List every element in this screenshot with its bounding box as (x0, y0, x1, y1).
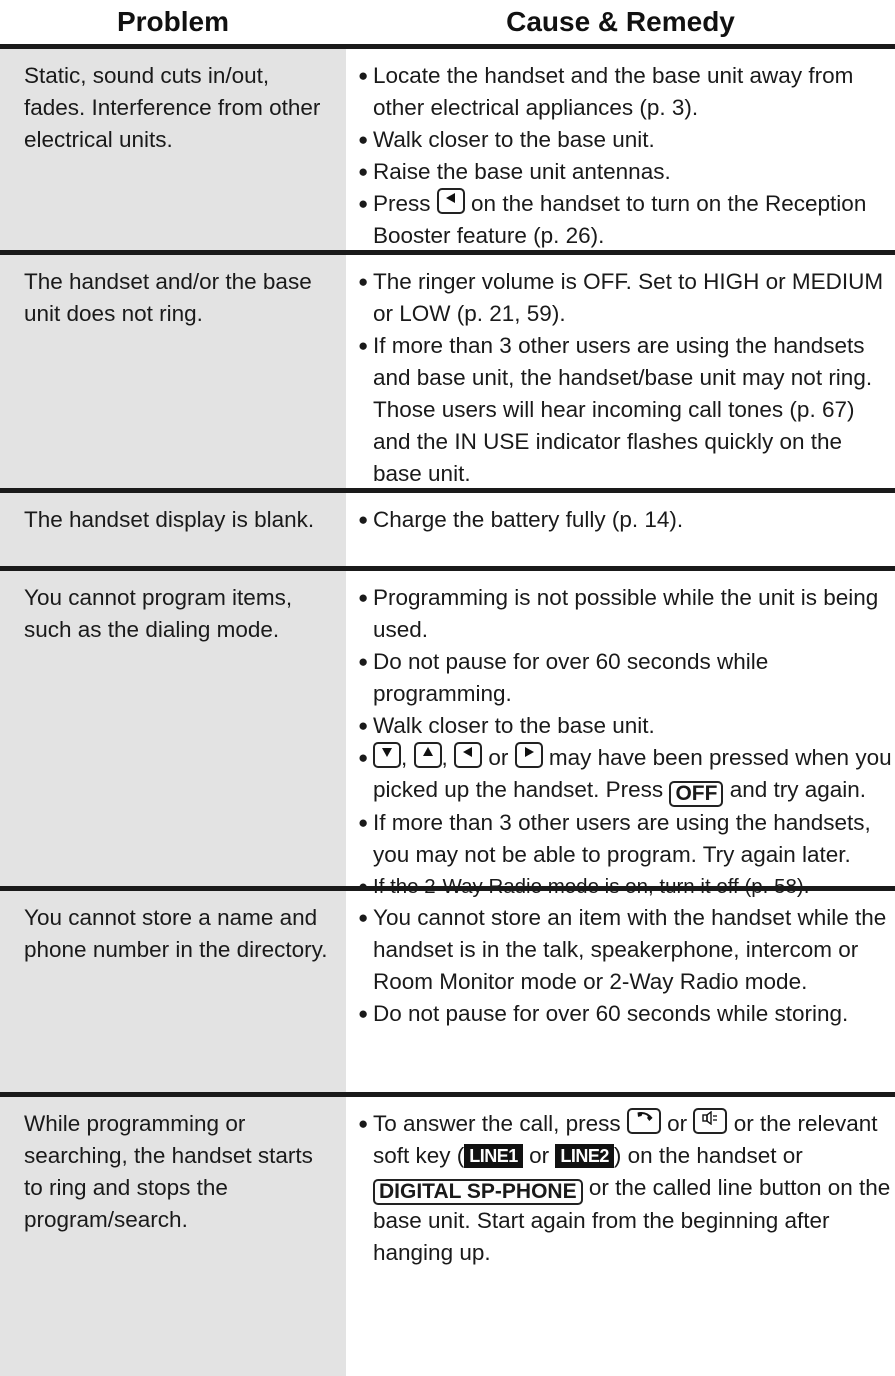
remedy-item: ● Do not pause for over 60 seconds while … (358, 1001, 849, 1026)
remedy-item: ● Walk closer to the base unit. (358, 713, 655, 738)
problem-text: You cannot program items, such as the di… (24, 585, 293, 642)
problem-text: You cannot store a name and phone number… (24, 905, 328, 962)
down-arrow-key-icon (373, 742, 401, 768)
left-arrow-key-icon (436, 188, 465, 214)
problem-text: Static, sound cuts in/out, fades. Interf… (24, 63, 321, 152)
up-arrow-key-icon (413, 742, 442, 768)
remedy-item: ● To answer the call, press or or the rel… (357, 1108, 892, 1269)
speakerphone-key-icon (693, 1108, 728, 1134)
talk-key-icon (626, 1108, 661, 1134)
cause-remedy-cell: ● To answer the call, press or or the rel… (357, 1108, 892, 1269)
troubleshooting-page: Problem Cause & Remedy Static, sound cut… (0, 0, 895, 1376)
remedy-item: ● Charge the battery fully (p. 14). (358, 507, 684, 532)
remedy-item: ●, , or may have been pressed when you p… (357, 742, 892, 807)
remedy-item: ● If more than 3 other users are using th… (358, 333, 873, 486)
cause-remedy-cell: ● Programming is not possible while the u… (357, 582, 892, 903)
digital-sp-phone-key-icon: DIGITAL SP-PHONE (373, 1179, 583, 1205)
problem-text: The handset display is blank. (24, 507, 315, 532)
remedy-item: ● If more than 3 other users are using th… (358, 810, 871, 867)
line1-soft-key-icon: LINE1 (464, 1144, 523, 1168)
cause-remedy-cell: ● Charge the battery fully (p. 14). (357, 504, 892, 536)
problem-text: While programming or searching, the hand… (24, 1111, 313, 1232)
cause-remedy-cell: ● You cannot store an item with the hands… (357, 902, 892, 1030)
cause-remedy-cell: ● The ringer volume is OFF. Set to HIGH o… (357, 266, 892, 490)
problem-text: The handset and/or the base unit does no… (24, 269, 312, 326)
off-key-icon: OFF (669, 781, 724, 807)
problem-column-heading: Problem (116, 6, 230, 37)
remedy-item: ● Press on the handset to turn on the Rec… (357, 188, 892, 252)
table-header: Problem Cause & Remedy (0, 0, 895, 44)
remedy-item: ● You cannot store an item with the hands… (358, 905, 887, 994)
left-arrow-key-icon (454, 742, 483, 768)
remedy-item: ● Programming is not possible while the u… (358, 585, 879, 642)
remedy-item: ● Locate the handset and the base unit aw… (358, 63, 854, 120)
right-arrow-key-icon (514, 742, 543, 768)
remedy-item: ● The ringer volume is OFF. Set to HIGH o… (358, 269, 884, 326)
line2-soft-key-icon: LINE2 (555, 1144, 614, 1168)
remedy-item: ● Raise the base unit antennas. (358, 159, 671, 184)
cause-remedy-cell: ● Locate the handset and the base unit aw… (357, 60, 892, 252)
cause-column-heading: Cause & Remedy (506, 6, 735, 37)
remedy-item: ● Walk closer to the base unit. (358, 127, 655, 152)
remedy-item: ● Do not pause for over 60 seconds while … (358, 649, 769, 706)
remedy-item: ● If the 2-Way Radio mode is on, turn it … (358, 875, 810, 898)
